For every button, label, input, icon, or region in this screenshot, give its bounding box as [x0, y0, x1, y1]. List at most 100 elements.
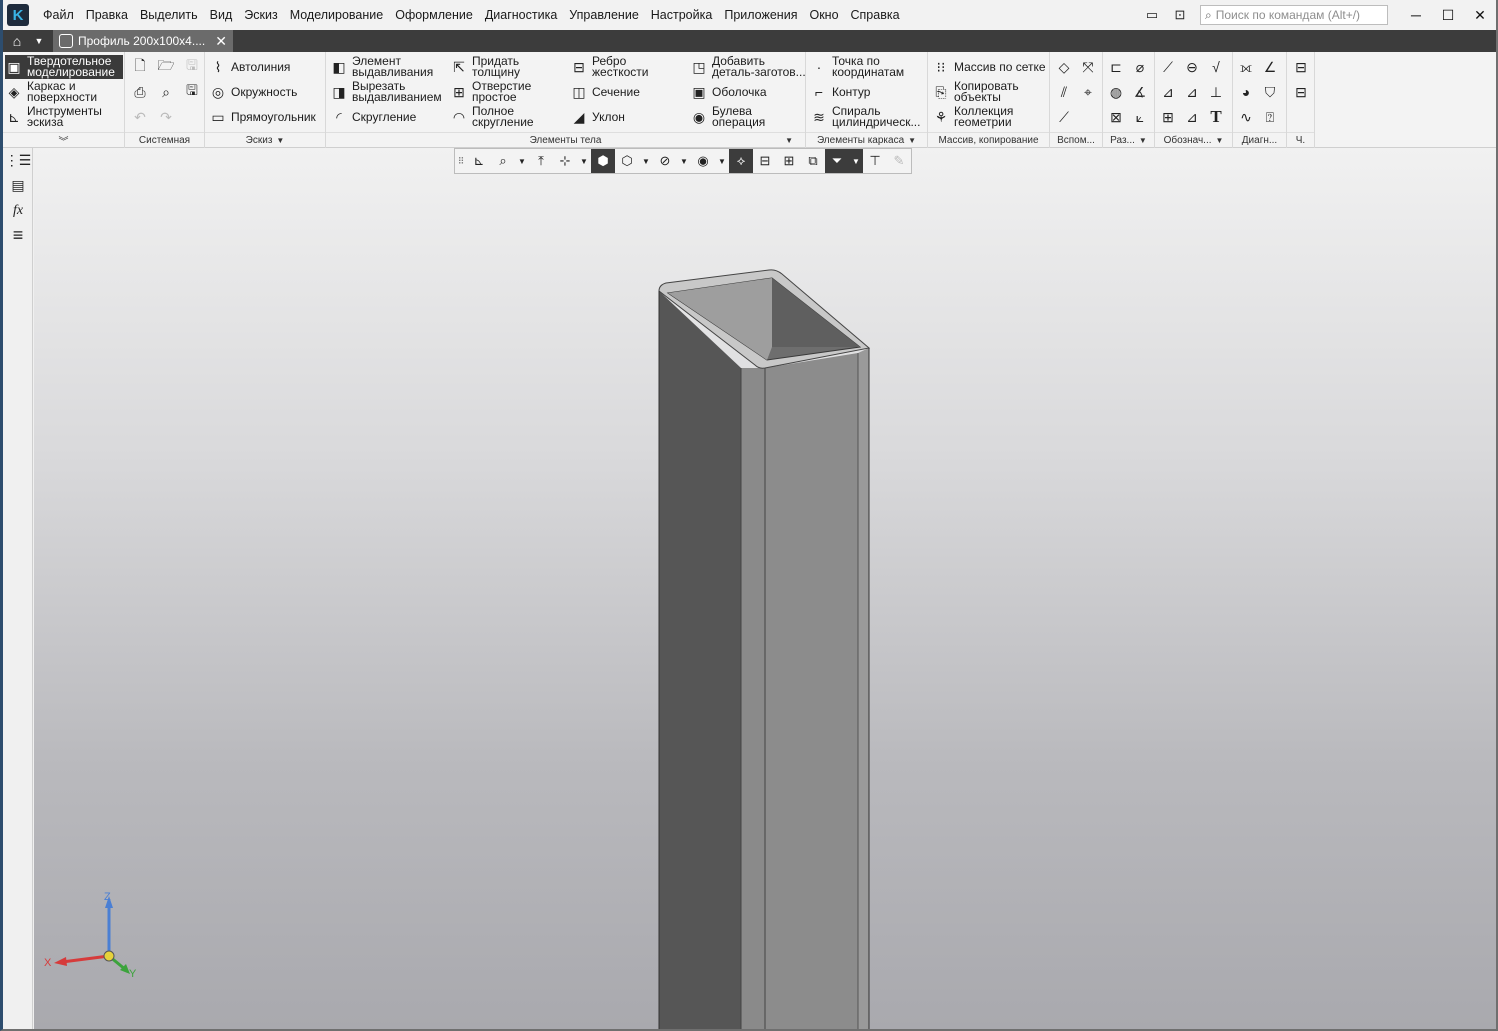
angle-measure-icon[interactable]: ∠: [1261, 58, 1279, 76]
group-label-notation[interactable]: Обознач... ▼: [1155, 132, 1232, 148]
full-round-button[interactable]: ◠ Полное скругление: [450, 105, 534, 129]
mode-sketch-tools[interactable]: ⊾ Инструменты эскиза: [5, 105, 102, 129]
close-button[interactable]: ✕: [1464, 0, 1496, 30]
add-blank-part-button[interactable]: ◳ Добавить деталь-заготов...: [690, 55, 805, 79]
snap-icon[interactable]: ⟡: [729, 149, 753, 173]
shaded-display-icon[interactable]: ⬢: [591, 149, 615, 173]
new-document-icon[interactable]: 🗋: [131, 57, 149, 76]
open-folder-icon[interactable]: 🗁: [157, 57, 175, 76]
thicken-button[interactable]: ⇱ Придать толщину: [450, 55, 520, 79]
save-icon[interactable]: 🖫: [183, 57, 201, 76]
menu-window[interactable]: Окно: [803, 0, 844, 30]
chevron-down-icon[interactable]: ▼: [577, 149, 591, 173]
undo-icon[interactable]: ↶: [131, 108, 149, 126]
base-icon[interactable]: ⊖: [1183, 58, 1201, 76]
app-logo[interactable]: K: [7, 4, 29, 26]
variables-icon[interactable]: fx: [3, 198, 33, 223]
tolerance-icon[interactable]: ⊿: [1183, 83, 1201, 101]
spec-icon[interactable]: ⊟: [1292, 83, 1310, 101]
cut-extrude-button[interactable]: ◨ Вырезать выдавливанием: [330, 80, 441, 104]
3d-viewport[interactable]: Z X Y ⠿ ⊾ ⌕ ▼ ⤒ ⊹ ▼ ⬢ ⬡ ▼ ⊘ ▼ ◉ ▼ ⟡ ⊟ ⊞ …: [34, 148, 1496, 1029]
shell-button[interactable]: ▣ Оболочка: [690, 80, 766, 104]
group-label-frame[interactable]: Элементы каркаса ▼: [806, 132, 927, 148]
weld-icon[interactable]: ⊿: [1183, 108, 1201, 126]
check-icon[interactable]: ⛉: [1261, 83, 1279, 101]
minimize-button[interactable]: ─: [1400, 0, 1432, 30]
autoline-button[interactable]: ⌇ Автолиния: [209, 55, 291, 79]
extrude-button[interactable]: ◧ Элемент выдавливания: [330, 55, 433, 79]
circle-button[interactable]: ◎ Окружность: [209, 80, 297, 104]
menu-sketch[interactable]: Эскиз: [238, 0, 283, 30]
toolbar-grip-icon[interactable]: ⠿: [455, 149, 467, 173]
copy-objects-button[interactable]: ⎘ Копировать объекты: [932, 80, 1018, 104]
plane-icon[interactable]: ◇: [1055, 58, 1073, 76]
drawing-view-icon[interactable]: ⊟: [1292, 58, 1310, 76]
mode-solid-modeling[interactable]: ▣ Твердотельное моделирование: [5, 55, 123, 79]
draft-button[interactable]: ◢ Уклон: [570, 105, 625, 129]
wireframe-display-icon[interactable]: ⬡: [615, 149, 639, 173]
menu-design[interactable]: Оформление: [389, 0, 479, 30]
pencil-icon[interactable]: ✎: [887, 149, 911, 173]
document-tab[interactable]: Профиль 200х100х4.... ✕: [53, 30, 233, 52]
chevron-down-icon[interactable]: ▼: [677, 149, 691, 173]
preview-icon[interactable]: ⌕: [157, 83, 175, 101]
diameter-dimension-icon[interactable]: ⌀: [1131, 58, 1149, 76]
orientation-icon[interactable]: ⊾: [467, 149, 491, 173]
section-button[interactable]: ◫ Сечение: [570, 80, 640, 104]
grid-array-button[interactable]: ⁝⁝ Массив по сетке: [932, 55, 1046, 79]
menu-select[interactable]: Выделить: [134, 0, 204, 30]
cylindrical-spiral-button[interactable]: ≋ Спираль цилиндрическ...: [810, 105, 920, 129]
layers-view-icon[interactable]: ⧉: [801, 149, 825, 173]
mass-properties-icon[interactable]: ◕: [1237, 83, 1255, 101]
home-icon[interactable]: ⌂: [3, 30, 31, 52]
collapse-modes-icon[interactable]: ︾: [3, 132, 124, 148]
properties-icon[interactable]: ▤: [3, 173, 33, 198]
rotate-view-icon[interactable]: ⤒: [529, 149, 553, 173]
offset-plane-icon[interactable]: ⫽: [1055, 83, 1073, 101]
group-label-body[interactable]: Элементы тела ▼: [326, 132, 805, 148]
roughness-icon[interactable]: √: [1207, 58, 1225, 76]
menu-help[interactable]: Справка: [845, 0, 906, 30]
filter-icon[interactable]: ⏷: [825, 149, 849, 173]
tube-left-face[interactable]: [659, 291, 741, 1029]
auto-dimension-icon[interactable]: ⊠: [1107, 108, 1125, 126]
layers-icon[interactable]: ≡: [3, 223, 33, 248]
rib-button[interactable]: ⊟ Ребро жесткости: [570, 55, 648, 79]
command-search-input[interactable]: ⌕ Поиск по командам (Alt+/): [1200, 5, 1388, 25]
line-icon[interactable]: ⟋: [1055, 108, 1073, 126]
maximize-button[interactable]: ☐: [1432, 0, 1464, 30]
group-label-sketch[interactable]: Эскиз ▼: [205, 132, 325, 148]
radial-dimension-icon[interactable]: ◍: [1107, 83, 1125, 101]
menu-view[interactable]: Вид: [204, 0, 239, 30]
fillet-button[interactable]: ◜ Скругление: [330, 105, 416, 129]
window-layout-icon[interactable]: ▭: [1138, 0, 1166, 30]
mode-frame-surfaces[interactable]: ◈ Каркас и поверхности: [5, 80, 98, 104]
rectangle-button[interactable]: ▭ Прямоугольник: [209, 105, 315, 129]
mark-icon[interactable]: ⊥: [1207, 83, 1225, 101]
leader-icon[interactable]: ⊿: [1159, 83, 1177, 101]
deviation-icon[interactable]: ⍰: [1261, 108, 1279, 126]
pan-view-icon[interactable]: ⊹: [553, 149, 577, 173]
menu-applications[interactable]: Приложения: [718, 0, 803, 30]
hide-icon[interactable]: ⊘: [653, 149, 677, 173]
position-icon[interactable]: ⊞: [1159, 108, 1177, 126]
print-icon[interactable]: ⎙: [131, 83, 149, 101]
chevron-down-icon[interactable]: ▼: [715, 149, 729, 173]
section-view-icon[interactable]: ⊟: [753, 149, 777, 173]
contour-button[interactable]: ⌐ Контур: [810, 80, 871, 104]
boolean-button[interactable]: ◉ Булева операция: [690, 105, 765, 129]
menu-management[interactable]: Управление: [563, 0, 645, 30]
zoom-icon[interactable]: ⌕: [491, 149, 515, 173]
thread-icon[interactable]: ⟋: [1159, 58, 1177, 76]
menu-modeling[interactable]: Моделирование: [284, 0, 390, 30]
screen-settings-icon[interactable]: ⊡: [1166, 0, 1194, 30]
chevron-down-icon[interactable]: ▼: [31, 30, 47, 52]
explode-icon[interactable]: ⊞: [777, 149, 801, 173]
simple-hole-button[interactable]: ⊞ Отверстие простое: [450, 80, 531, 104]
model-scene[interactable]: Z X Y: [34, 148, 1496, 1029]
tube-right-face[interactable]: [765, 353, 858, 1029]
model-tree-icon[interactable]: ⋮☰: [3, 148, 33, 173]
tube-corner-face[interactable]: [741, 368, 765, 1029]
group-label-size[interactable]: Раз... ▼: [1103, 132, 1154, 148]
menu-file[interactable]: Файл: [37, 0, 80, 30]
